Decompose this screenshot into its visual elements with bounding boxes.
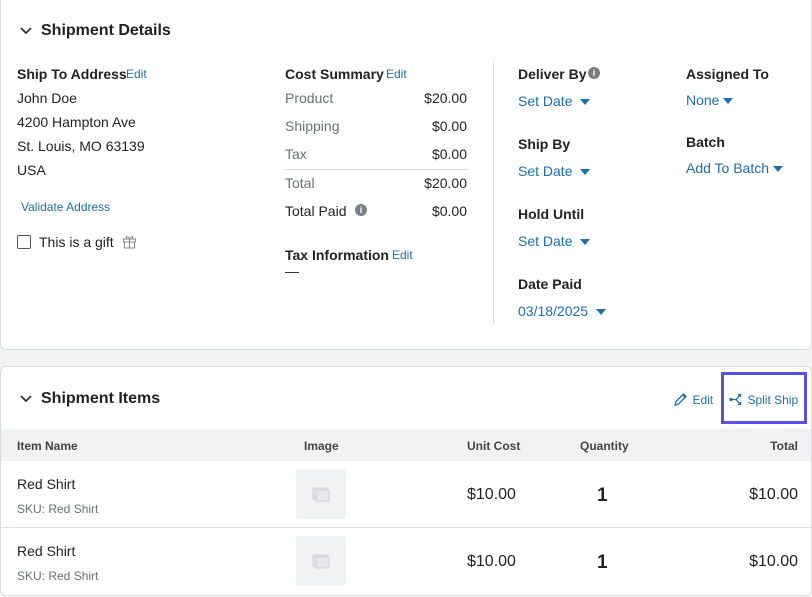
item-quantity: 1	[597, 485, 608, 506]
cost-row-name: Shipping	[285, 118, 340, 134]
item-name: Red Shirt	[17, 476, 76, 492]
info-icon[interactable]: i	[355, 204, 367, 216]
cost-row-value: $20.00	[424, 175, 467, 191]
section-title-shipment-details: Shipment Details	[41, 22, 171, 39]
hold-until-dropdown[interactable]: Set Date	[518, 233, 591, 249]
item-sku: SKU: Red Shirt	[17, 569, 99, 583]
table-row[interactable]: Red Shirt SKU: Red Shirt $10.00 1 $10.00	[1, 461, 811, 528]
shipment-details-card: Shipment Details Ship To Address Edit Jo…	[0, 0, 812, 350]
cost-row-value: $20.00	[424, 90, 467, 106]
column-header-quantity: Quantity	[580, 439, 629, 453]
address-line: John Doe	[17, 90, 77, 106]
cost-divider	[285, 169, 469, 170]
assigned-to-label: Assigned To	[686, 66, 769, 82]
item-total: $10.00	[749, 486, 798, 503]
address-line: St. Louis, MO 63139	[17, 138, 145, 154]
deliver-by-label: Deliver By	[518, 66, 587, 82]
chevron-down-icon[interactable]	[19, 24, 33, 38]
batch-label: Batch	[686, 134, 725, 150]
items-edit-label: Edit	[692, 392, 714, 407]
cost-row-name: Tax	[285, 146, 307, 162]
item-total: $10.00	[749, 553, 798, 570]
item-image-placeholder	[296, 536, 346, 586]
tax-info-value: —	[285, 263, 299, 279]
validate-address-link[interactable]: Validate Address	[21, 200, 110, 214]
column-header-item-name: Item Name	[17, 439, 78, 453]
column-header-image: Image	[304, 439, 339, 453]
column-header-total: Total	[770, 439, 798, 453]
info-icon[interactable]: i	[588, 67, 600, 79]
item-sku: SKU: Red Shirt	[17, 502, 99, 516]
tax-info-edit-link[interactable]: Edit	[392, 248, 413, 262]
table-row[interactable]: Red Shirt SKU: Red Shirt $10.00 1 $10.00	[1, 528, 811, 595]
caret-down-icon	[580, 239, 591, 246]
items-edit-button[interactable]: Edit	[673, 391, 713, 409]
item-image-placeholder	[296, 469, 346, 519]
cost-row-name: Product	[285, 90, 334, 106]
column-divider	[493, 62, 494, 324]
date-paid-label: Date Paid	[518, 276, 582, 292]
caret-down-icon	[773, 166, 784, 173]
item-name: Red Shirt	[17, 543, 76, 559]
split-ship-highlight	[721, 372, 807, 424]
total-paid-label: Total Paid	[285, 203, 347, 219]
assigned-to-dropdown[interactable]: None	[686, 92, 734, 108]
gift-label: This is a gift	[39, 234, 114, 250]
image-icon	[312, 487, 330, 502]
hold-until-label: Hold Until	[518, 206, 585, 222]
gift-icon	[123, 236, 136, 249]
section-title-shipment-items: Shipment Items	[41, 390, 161, 407]
ship-to-edit-link[interactable]: Edit	[126, 67, 147, 81]
shipment-items-card: Shipment Items Edit Split Ship Item Name…	[0, 366, 812, 596]
cost-row-name: Total	[285, 175, 315, 191]
tax-info-label: Tax Information	[285, 247, 389, 263]
caret-down-icon	[596, 309, 607, 316]
caret-down-icon	[580, 169, 591, 176]
date-paid-dropdown[interactable]: 03/18/2025	[518, 303, 607, 319]
cost-row-value: $0.00	[431, 146, 467, 162]
address-line: 4200 Hampton Ave	[17, 114, 136, 130]
gift-checkbox[interactable]	[17, 235, 31, 249]
batch-dropdown[interactable]: Add To Batch	[686, 160, 784, 176]
chevron-down-icon[interactable]	[19, 392, 33, 406]
table-header: Item Name Image Unit Cost Quantity Total	[1, 429, 811, 461]
caret-down-icon	[723, 98, 734, 105]
ship-by-dropdown[interactable]: Set Date	[518, 163, 591, 179]
cost-summary-edit-link[interactable]: Edit	[386, 67, 407, 81]
ship-by-label: Ship By	[518, 136, 571, 152]
cost-summary-label: Cost Summary	[285, 66, 384, 82]
column-header-unit-cost: Unit Cost	[467, 439, 521, 453]
pencil-icon	[674, 393, 687, 407]
item-quantity: 1	[597, 552, 608, 573]
image-icon	[312, 554, 330, 569]
caret-down-icon	[580, 99, 591, 106]
address-line: USA	[17, 162, 46, 178]
deliver-by-dropdown[interactable]: Set Date	[518, 93, 591, 109]
cost-row-value: $0.00	[431, 203, 467, 219]
item-unit-cost: $10.00	[467, 553, 516, 570]
cost-row-value: $0.00	[431, 118, 467, 134]
item-unit-cost: $10.00	[467, 486, 516, 503]
ship-to-label: Ship To Address	[17, 66, 127, 82]
